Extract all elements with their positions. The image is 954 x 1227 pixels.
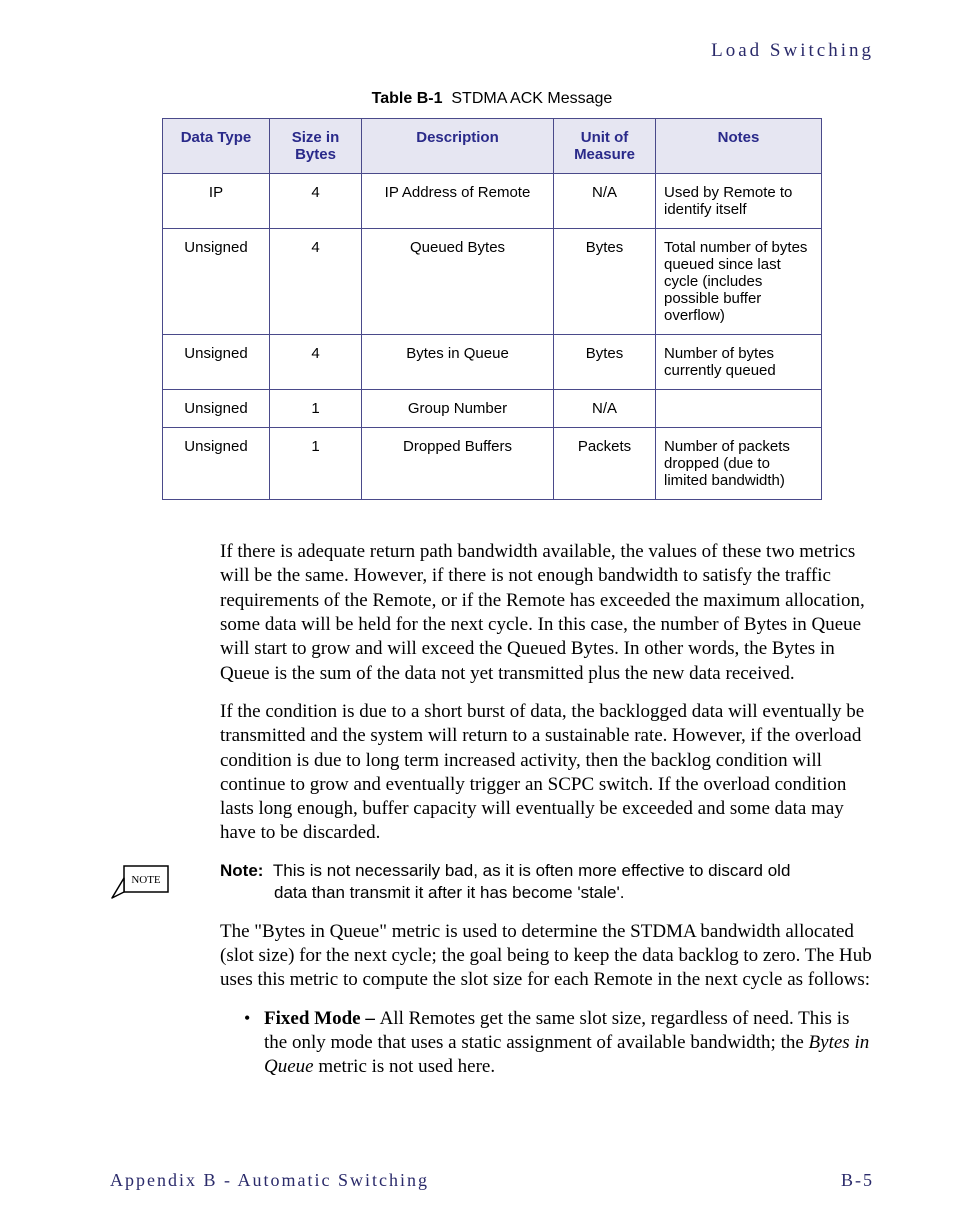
table-row: Unsigned 4 Bytes in Queue Bytes Number o… xyxy=(163,335,822,390)
col-description: Description xyxy=(362,119,554,174)
col-notes: Notes xyxy=(656,119,822,174)
table-row: IP 4 IP Address of Remote N/A Used by Re… xyxy=(163,174,822,229)
running-header: Load Switching xyxy=(110,40,874,62)
cell-desc: Queued Bytes xyxy=(362,229,554,335)
cell-notes: Number of packets dropped (due to limite… xyxy=(656,428,822,500)
bullet-fixed-mode: Fixed Mode – All Remotes get the same sl… xyxy=(264,1007,874,1080)
cell-unit: Packets xyxy=(554,428,656,500)
bullet-body2: metric is not used here. xyxy=(314,1056,496,1077)
cell-unit: N/A xyxy=(554,174,656,229)
cell-size: 1 xyxy=(270,390,362,428)
cell-size: 4 xyxy=(270,174,362,229)
paragraph-2: If the condition is due to a short burst… xyxy=(220,700,874,846)
paragraph-3: The "Bytes in Queue" metric is used to d… xyxy=(220,920,874,993)
cell-size: 1 xyxy=(270,428,362,500)
cell-type: Unsigned xyxy=(163,335,270,390)
cell-type: Unsigned xyxy=(163,428,270,500)
note-icon-label: NOTE xyxy=(131,874,161,886)
col-data-type: Data Type xyxy=(163,119,270,174)
note-text: Note: This is not necessarily bad, as it… xyxy=(220,860,874,904)
cell-desc: Group Number xyxy=(362,390,554,428)
note-line1: This is not necessarily bad, as it is of… xyxy=(273,861,791,880)
cell-desc: Dropped Buffers xyxy=(362,428,554,500)
stdma-ack-table: Data Type Size in Bytes Description Unit… xyxy=(162,118,822,500)
footer-right: B-5 xyxy=(841,1170,874,1191)
cell-size: 4 xyxy=(270,335,362,390)
cell-notes: Number of bytes currently queued xyxy=(656,335,822,390)
cell-notes: Used by Remote to identify itself xyxy=(656,174,822,229)
cell-type: Unsigned xyxy=(163,390,270,428)
cell-unit: Bytes xyxy=(554,229,656,335)
cell-size: 4 xyxy=(270,229,362,335)
cell-unit: N/A xyxy=(554,390,656,428)
col-unit: Unit of Measure xyxy=(554,119,656,174)
cell-desc: IP Address of Remote xyxy=(362,174,554,229)
table-caption-title: STDMA ACK Message xyxy=(451,90,612,107)
paragraph-1: If there is adequate return path bandwid… xyxy=(220,540,874,686)
cell-notes xyxy=(656,390,822,428)
cell-desc: Bytes in Queue xyxy=(362,335,554,390)
table-caption-label: Table B-1 xyxy=(372,90,443,107)
bullet-lead: Fixed Mode – xyxy=(264,1008,380,1029)
note-icon: NOTE xyxy=(110,864,170,906)
table-row: Unsigned 4 Queued Bytes Bytes Total numb… xyxy=(163,229,822,335)
table-row: Unsigned 1 Dropped Buffers Packets Numbe… xyxy=(163,428,822,500)
cell-type: Unsigned xyxy=(163,229,270,335)
footer-left: Appendix B - Automatic Switching xyxy=(110,1170,429,1191)
note-line2: data than transmit it after it has becom… xyxy=(220,882,874,904)
page-footer: Appendix B - Automatic Switching B-5 xyxy=(110,1170,874,1191)
cell-notes: Total number of bytes queued since last … xyxy=(656,229,822,335)
table-row: Unsigned 1 Group Number N/A xyxy=(163,390,822,428)
table-caption: Table B-1 STDMA ACK Message xyxy=(110,90,874,108)
cell-type: IP xyxy=(163,174,270,229)
col-size: Size in Bytes xyxy=(270,119,362,174)
cell-unit: Bytes xyxy=(554,335,656,390)
table-header-row: Data Type Size in Bytes Description Unit… xyxy=(163,119,822,174)
note-label: Note: xyxy=(220,861,263,880)
